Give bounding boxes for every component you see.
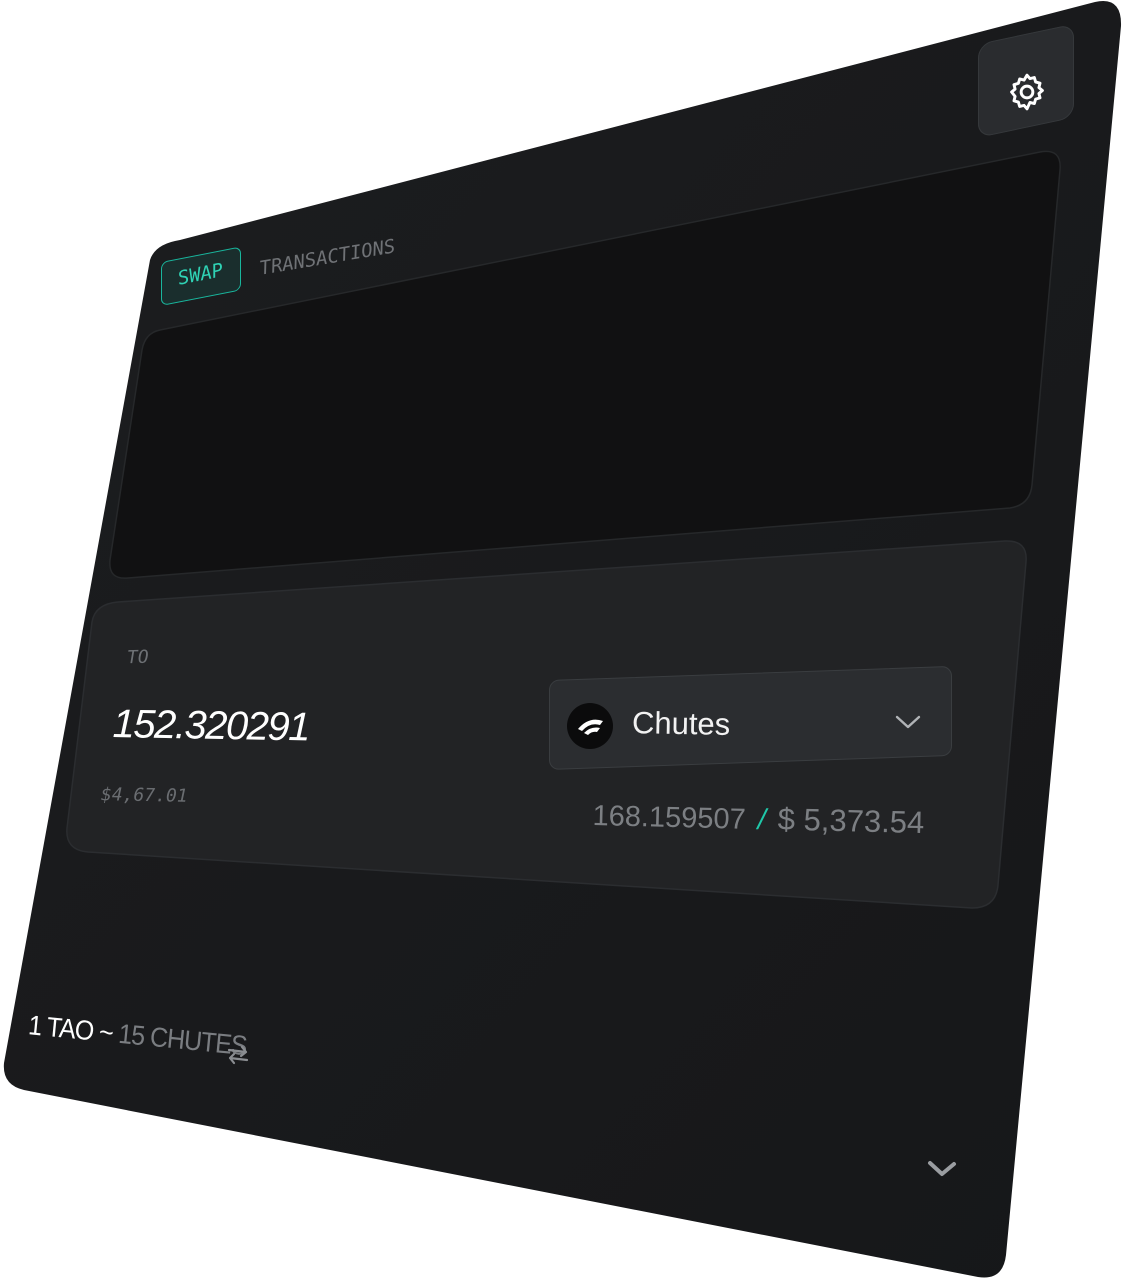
- token-name[interactable]: Chutes: [632, 705, 731, 743]
- swap-panel: [3, 1, 1122, 1278]
- swap-widget: SWAP TRANSACTIONS TO 152.320291 $4,67.01…: [0, 0, 1127, 1285]
- collapse-chevron-icon[interactable]: [924, 1154, 960, 1182]
- balance-separator: /: [757, 804, 767, 837]
- balance-amount: 168.159507: [592, 799, 747, 836]
- chutes-logo-icon: [567, 703, 613, 749]
- swap-arrows-icon[interactable]: [224, 1040, 252, 1070]
- to-amount[interactable]: 152.320291: [112, 702, 309, 750]
- to-usd-value: $4,67.01: [100, 784, 188, 807]
- balance-usd: $ 5,373.54: [777, 801, 925, 841]
- to-label: TO: [126, 646, 149, 669]
- chevron-down-icon[interactable]: [893, 710, 923, 734]
- gear-icon[interactable]: [1003, 70, 1051, 114]
